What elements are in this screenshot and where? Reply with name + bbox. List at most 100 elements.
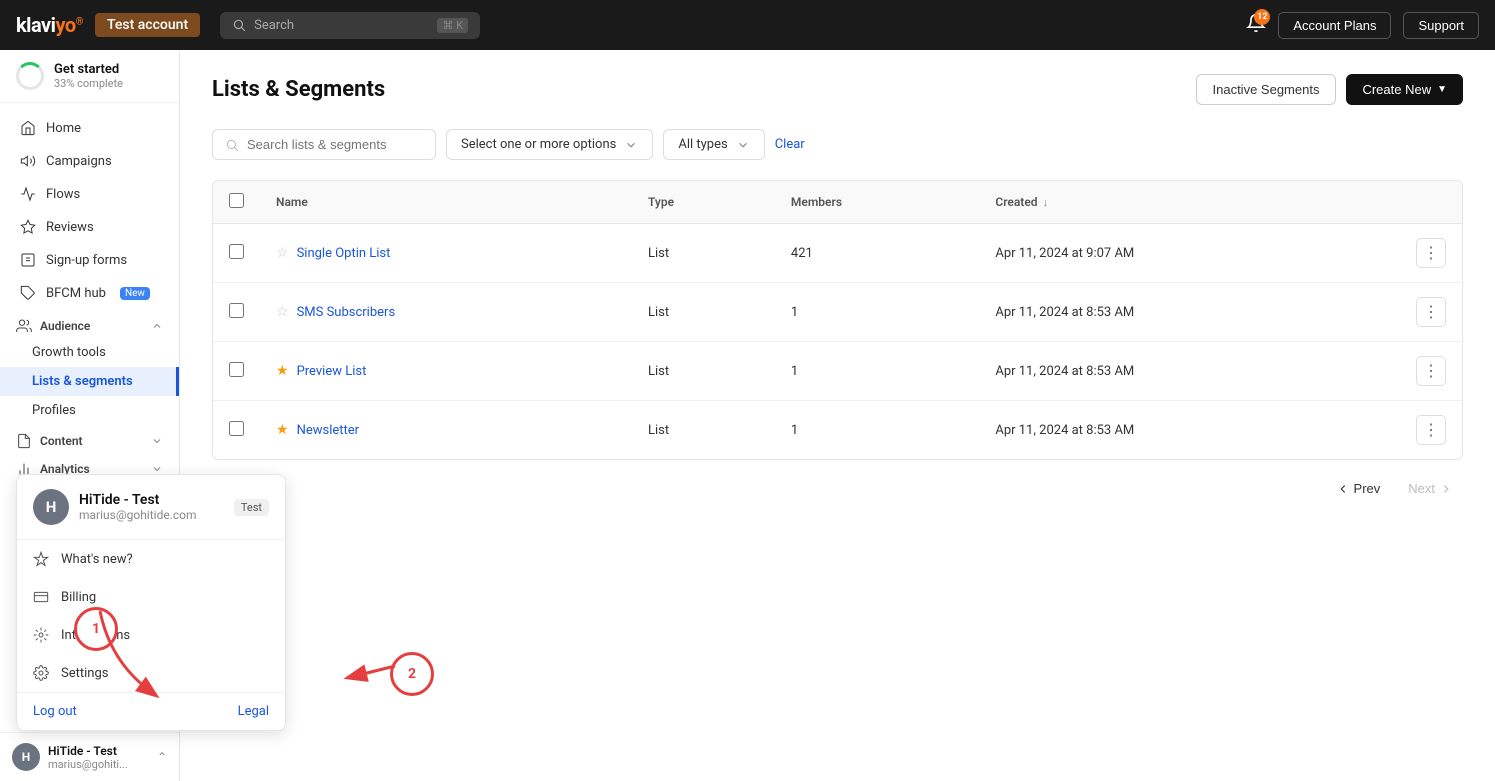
content-section-header[interactable]: Content bbox=[0, 425, 179, 453]
sidebar-item-lists-segments[interactable]: Lists & segments bbox=[0, 367, 179, 396]
sidebar-item-growth-tools[interactable]: Growth tools bbox=[0, 338, 179, 367]
table-row: ★ Newsletter List 1 Apr 11, 2024 at 8:53… bbox=[213, 401, 1462, 460]
user-name: HiTide - Test bbox=[48, 744, 149, 758]
pagination: Prev Next bbox=[212, 476, 1463, 501]
logo-area: klaviyo® Test account bbox=[16, 13, 200, 37]
lists-table: Name Type Members Created ↓ bbox=[212, 180, 1463, 460]
row-members: 1 bbox=[775, 401, 979, 460]
filter-search-icon bbox=[225, 138, 239, 152]
row-checkbox-cell bbox=[213, 401, 260, 460]
select-all-col bbox=[213, 181, 260, 224]
logo: klaviyo® bbox=[16, 13, 83, 37]
layout: Get started 33% complete Home Campaigns … bbox=[0, 50, 1495, 781]
sidebar-item-reviews[interactable]: Reviews bbox=[4, 211, 175, 243]
options-filter-chevron bbox=[624, 138, 638, 152]
content-icon bbox=[16, 433, 32, 449]
notification-badge: 12 bbox=[1254, 9, 1270, 25]
row-members: 421 bbox=[775, 224, 979, 283]
col-created: Created ↓ bbox=[979, 181, 1400, 224]
table-row: ☆ Single Optin List List 421 Apr 11, 202… bbox=[213, 224, 1462, 283]
popup-whats-new[interactable]: What's new? bbox=[180, 540, 285, 578]
support-button[interactable]: Support bbox=[1403, 12, 1479, 39]
user-menu-chevron: ⌃ bbox=[157, 750, 167, 764]
user-popup: H HiTide - Test marius@gohitide.com Test… bbox=[180, 474, 286, 731]
row-actions-cell: ⋮ bbox=[1400, 224, 1462, 283]
popup-integrations[interactable]: Integrations bbox=[180, 616, 285, 654]
sidebar-item-home-label: Home bbox=[46, 121, 81, 136]
star-icon bbox=[20, 219, 36, 235]
popup-badge: Test bbox=[234, 499, 269, 516]
row-created: Apr 11, 2024 at 8:53 AM bbox=[979, 283, 1400, 342]
profiles-label: Profiles bbox=[32, 403, 76, 418]
row-name-link[interactable]: ★ Newsletter bbox=[276, 422, 616, 438]
nav-right: 12 Account Plans Support bbox=[1246, 12, 1479, 39]
popup-billing[interactable]: Billing bbox=[180, 578, 285, 616]
row-name-cell: ☆ Single Optin List bbox=[260, 224, 632, 283]
row-type: List bbox=[632, 224, 775, 283]
row-type: List bbox=[632, 401, 775, 460]
select-all-checkbox[interactable] bbox=[229, 193, 244, 208]
row-star: ★ bbox=[276, 422, 289, 438]
sidebar-item-reviews-label: Reviews bbox=[46, 220, 94, 235]
sidebar-item-signup-forms[interactable]: Sign-up forms bbox=[4, 244, 175, 276]
audience-section-header[interactable]: Audience bbox=[0, 310, 179, 338]
sidebar-item-profiles[interactable]: Profiles bbox=[0, 396, 179, 425]
annotation-2: 2 bbox=[390, 652, 434, 696]
row-actions-cell: ⋮ bbox=[1400, 283, 1462, 342]
page-header: Lists & Segments Inactive Segments Creat… bbox=[212, 74, 1463, 105]
row-checkbox[interactable] bbox=[229, 362, 244, 377]
get-started-title: Get started bbox=[54, 62, 123, 77]
row-name-link[interactable]: ☆ SMS Subscribers bbox=[276, 304, 616, 320]
row-actions-cell: ⋮ bbox=[1400, 342, 1462, 401]
get-started-progress: 33% complete bbox=[54, 77, 123, 90]
row-name-cell: ★ Newsletter bbox=[260, 401, 632, 460]
sidebar-item-signup-forms-label: Sign-up forms bbox=[46, 253, 127, 268]
lists-segments-label: Lists & segments bbox=[32, 374, 133, 389]
create-new-button[interactable]: Create New ▼ bbox=[1346, 74, 1463, 105]
get-started-section[interactable]: Get started 33% complete bbox=[0, 50, 179, 103]
row-checkbox-cell bbox=[213, 283, 260, 342]
row-name-link[interactable]: ☆ Single Optin List bbox=[276, 245, 616, 261]
bfcm-badge: New bbox=[120, 287, 150, 300]
table-header-row: Name Type Members Created ↓ bbox=[213, 181, 1462, 224]
row-created: Apr 11, 2024 at 8:53 AM bbox=[979, 401, 1400, 460]
row-name-cell: ☆ SMS Subscribers bbox=[260, 283, 632, 342]
type-filter[interactable]: All types bbox=[663, 129, 764, 160]
row-checkbox[interactable] bbox=[229, 244, 244, 259]
type-filter-label: All types bbox=[678, 137, 727, 152]
row-checkbox[interactable] bbox=[229, 421, 244, 436]
options-filter-label: Select one or more options bbox=[461, 137, 616, 152]
page-title: Lists & Segments bbox=[212, 77, 385, 102]
search-bar[interactable]: Search ⌘ K bbox=[220, 12, 480, 39]
options-filter[interactable]: Select one or more options bbox=[446, 129, 653, 160]
row-checkbox[interactable] bbox=[229, 303, 244, 318]
row-more-button[interactable]: ⋮ bbox=[1416, 415, 1446, 445]
notification-button[interactable]: 12 bbox=[1246, 13, 1266, 37]
row-more-button[interactable]: ⋮ bbox=[1416, 238, 1446, 268]
create-new-caret: ▼ bbox=[1437, 84, 1447, 95]
prev-button[interactable]: Prev bbox=[1326, 476, 1391, 501]
row-more-button[interactable]: ⋮ bbox=[1416, 356, 1446, 386]
row-created: Apr 11, 2024 at 9:07 AM bbox=[979, 224, 1400, 283]
row-more-button[interactable]: ⋮ bbox=[1416, 297, 1446, 327]
sidebar-item-campaigns[interactable]: Campaigns bbox=[4, 145, 175, 177]
row-members: 1 bbox=[775, 342, 979, 401]
next-button[interactable]: Next bbox=[1398, 476, 1463, 501]
row-name-link[interactable]: ★ Preview List bbox=[276, 363, 616, 379]
account-plans-button[interactable]: Account Plans bbox=[1278, 12, 1391, 39]
clear-filter-button[interactable]: Clear bbox=[775, 137, 805, 152]
sidebar-item-bfcm-hub[interactable]: BFCM hub New bbox=[4, 277, 175, 309]
inactive-segments-button[interactable]: Inactive Segments bbox=[1196, 74, 1337, 105]
legal-link[interactable]: Legal bbox=[238, 704, 269, 719]
account-name[interactable]: Test account bbox=[95, 13, 200, 37]
sidebar-item-flows[interactable]: Flows bbox=[4, 178, 175, 210]
sidebar-item-home[interactable]: Home bbox=[4, 112, 175, 144]
chevron-down-icon bbox=[151, 435, 163, 447]
user-menu-trigger[interactable]: H HiTide - Test marius@gohiti... ⌃ bbox=[0, 732, 179, 781]
row-members: 1 bbox=[775, 283, 979, 342]
popup-settings[interactable]: Settings bbox=[180, 654, 285, 692]
list-search-input-wrap[interactable] bbox=[212, 129, 436, 160]
popup-email: marius@gohitide.com bbox=[180, 508, 197, 522]
form-icon bbox=[20, 252, 36, 268]
list-search-input[interactable] bbox=[247, 137, 423, 152]
